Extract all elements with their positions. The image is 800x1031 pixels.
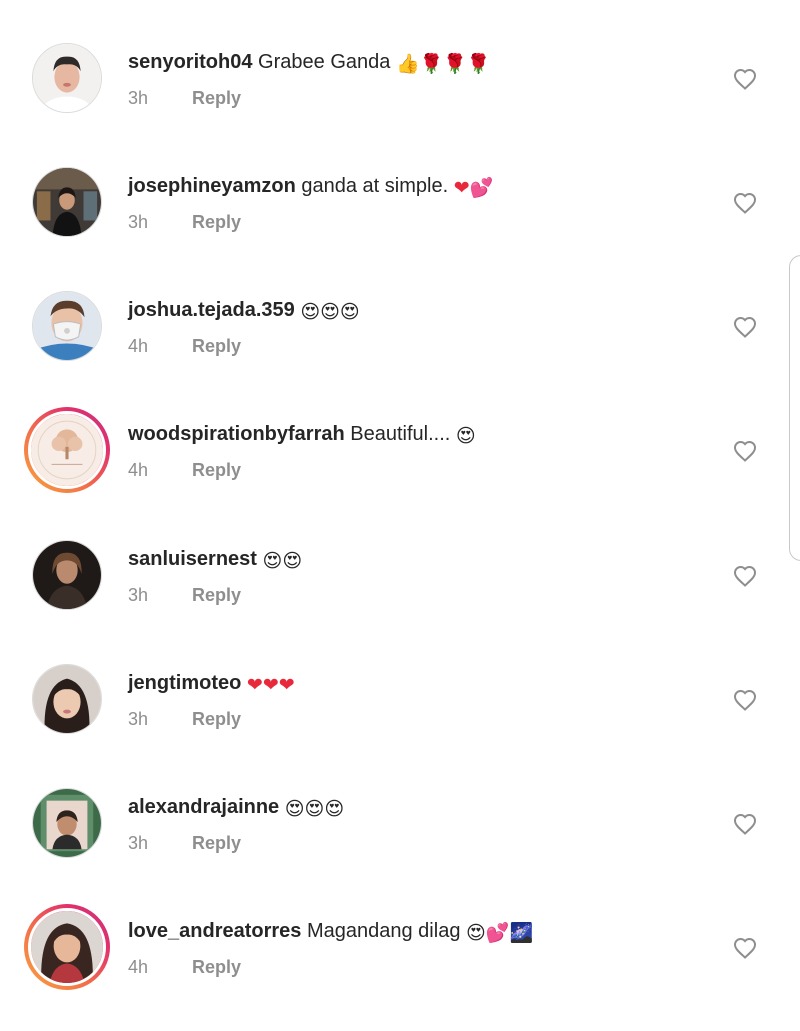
comment-time: 3h (128, 709, 149, 729)
comment-item: love_andreatorres Magandang dilag 😍💕🌌 4h… (0, 904, 800, 1031)
comment-item: jengtimoteo ❤❤❤ 3h Reply (0, 659, 800, 783)
like-button[interactable] (733, 813, 757, 835)
reply-button[interactable]: Reply (192, 336, 241, 356)
comment-emojis: 😍 (455, 425, 476, 447)
comment-username[interactable]: love_andreatorres (128, 920, 301, 942)
heart-outline-icon (733, 937, 757, 959)
comment-item: sanluisernest 😍😍 3h Reply (0, 535, 800, 659)
comment-emojis: ❤💕 (453, 177, 494, 199)
comment-item: senyoritoh04 Grabee Ganda 👍🌹🌹🌹 3h Reply (0, 38, 800, 162)
avatar-girl-selfie (33, 665, 101, 733)
comment-meta: 4h Reply (128, 460, 241, 481)
like-button[interactable] (733, 316, 757, 338)
comment-body: Magandang dilag (306, 920, 461, 942)
avatar[interactable] (32, 664, 102, 734)
comment-time: 3h (128, 88, 149, 108)
avatar-story-ring[interactable] (24, 904, 110, 990)
avatar-woman-portrait (31, 911, 103, 983)
comment-username[interactable]: woodspirationbyfarrah (128, 423, 345, 445)
reply-button[interactable]: Reply (192, 585, 241, 605)
avatar-mirror-selfie (33, 789, 101, 857)
like-button[interactable] (733, 68, 757, 90)
comment-meta: 3h Reply (128, 88, 241, 109)
reply-button[interactable]: Reply (192, 957, 241, 977)
comment-meta: 4h Reply (128, 336, 241, 357)
comment-username[interactable]: jengtimoteo (128, 672, 241, 694)
like-button[interactable] (733, 937, 757, 959)
comment-text: joshua.tejada.359 😍😍😍 (128, 297, 360, 325)
like-button[interactable] (733, 440, 757, 462)
comment-body: ganda at simple. (301, 175, 449, 197)
avatar (28, 411, 106, 489)
comment-item: joshua.tejada.359 😍😍😍 4h Reply (0, 286, 800, 410)
comment-text: sanluisernest 😍😍 (128, 546, 302, 574)
comment-body: Beautiful.... (350, 423, 451, 445)
comment-username[interactable]: josephineyamzon (128, 175, 296, 197)
reply-button[interactable]: Reply (192, 709, 241, 729)
heart-outline-icon (733, 192, 757, 214)
comment-username[interactable]: senyoritoh04 (128, 51, 252, 73)
comment-text: woodspirationbyfarrah Beautiful.... 😍 (128, 421, 476, 449)
avatar-story-ring[interactable] (24, 407, 110, 493)
avatar[interactable] (32, 43, 102, 113)
reply-button[interactable]: Reply (192, 212, 241, 232)
heart-outline-icon (733, 68, 757, 90)
like-button[interactable] (733, 192, 757, 214)
comment-meta: 3h Reply (128, 585, 241, 606)
comment-emojis: 😍😍😍 (300, 301, 360, 323)
comment-username[interactable]: alexandrajainne (128, 796, 279, 818)
comment-text: josephineyamzon ganda at simple. ❤💕 (128, 173, 493, 201)
comment-time: 4h (128, 460, 149, 480)
heart-outline-icon (733, 316, 757, 338)
avatar-woman-in-shop (33, 168, 101, 236)
comment-text: love_andreatorres Magandang dilag 😍💕🌌 (128, 918, 533, 946)
reply-button[interactable]: Reply (192, 833, 241, 853)
avatar-tree-logo (31, 414, 103, 486)
comment-time: 3h (128, 833, 149, 853)
reply-button[interactable]: Reply (192, 88, 241, 108)
avatar[interactable] (32, 167, 102, 237)
comment-username[interactable]: joshua.tejada.359 (128, 299, 295, 321)
comment-username[interactable]: sanluisernest (128, 548, 257, 570)
heart-outline-icon (733, 565, 757, 587)
avatar-man-portrait (33, 44, 101, 112)
comment-meta: 3h Reply (128, 833, 241, 854)
comment-emojis: 😍💕🌌 (466, 922, 534, 944)
avatar-dark-portrait (33, 541, 101, 609)
heart-outline-icon (733, 440, 757, 462)
heart-outline-icon (733, 689, 757, 711)
reply-button[interactable]: Reply (192, 460, 241, 480)
comment-meta: 3h Reply (128, 212, 241, 233)
comment-meta: 4h Reply (128, 957, 241, 978)
avatar[interactable] (32, 540, 102, 610)
like-button[interactable] (733, 689, 757, 711)
comment-emojis: 😍😍 (262, 550, 303, 572)
comment-emojis: 👍🌹🌹🌹 (395, 53, 491, 75)
avatar[interactable] (32, 788, 102, 858)
comment-time: 4h (128, 957, 149, 977)
comment-text: alexandrajainne 😍😍😍 (128, 794, 344, 822)
comment-emojis: ❤❤❤ (246, 674, 295, 696)
like-button[interactable] (733, 565, 757, 587)
comment-time: 3h (128, 212, 149, 232)
comment-text: jengtimoteo ❤❤❤ (128, 670, 295, 698)
comment-item: josephineyamzon ganda at simple. ❤💕 3h R… (0, 162, 800, 286)
comment-item: woodspirationbyfarrah Beautiful.... 😍 4h… (0, 407, 800, 534)
heart-outline-icon (733, 813, 757, 835)
comment-time: 4h (128, 336, 149, 356)
comment-meta: 3h Reply (128, 709, 241, 730)
avatar[interactable] (32, 291, 102, 361)
avatar (28, 908, 106, 986)
comment-emojis: 😍😍😍 (284, 798, 345, 820)
side-panel-handle[interactable] (789, 255, 800, 561)
avatar-masked-face (33, 292, 101, 360)
comment-body: Grabee Ganda (258, 51, 391, 73)
comment-text: senyoritoh04 Grabee Ganda 👍🌹🌹🌹 (128, 49, 491, 77)
comment-time: 3h (128, 585, 149, 605)
comment-item: alexandrajainne 😍😍😍 3h Reply (0, 783, 800, 907)
comment-list: senyoritoh04 Grabee Ganda 👍🌹🌹🌹 3h Reply (0, 0, 800, 1021)
